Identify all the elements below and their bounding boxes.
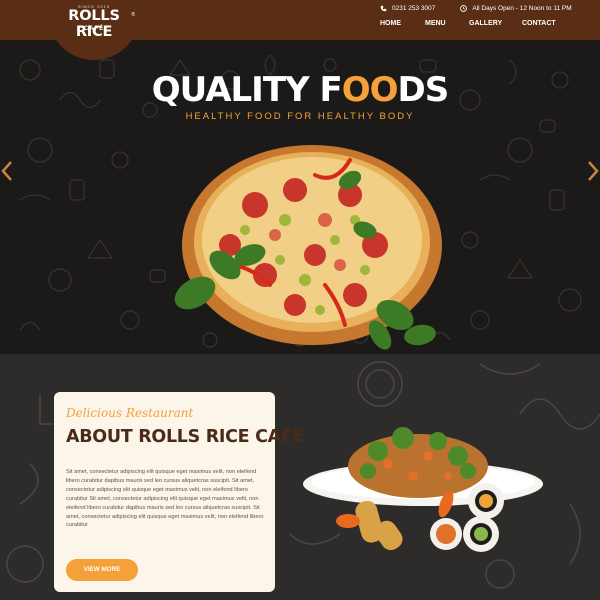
arrow-right-icon[interactable]	[586, 160, 600, 182]
logo-name: ROLLS RICE	[68, 8, 120, 40]
hero-title: QUALITY FOODS	[0, 70, 600, 110]
nav-contact[interactable]: CONTACT	[522, 20, 562, 27]
hero-title-highlight: OO	[341, 70, 399, 110]
arrow-left-icon[interactable]	[0, 160, 14, 182]
nav-home[interactable]: HOME	[380, 20, 425, 27]
clock-icon	[460, 4, 468, 12]
logo-sub: CAFÉ	[83, 26, 105, 32]
food-platter-image	[303, 427, 543, 552]
hero-title-part2: DS	[397, 70, 450, 110]
about-card: Delicious Restaurant ABOUT ROLLS RICE CA…	[54, 392, 305, 592]
about-script-title: Delicious Restaurant	[66, 406, 194, 420]
about-body: Sit amet, consectetur adipiscing elit qu…	[66, 469, 264, 529]
phone-number: 0231 253 3007	[392, 4, 436, 12]
pizza-image	[174, 145, 442, 350]
main-nav: HOME MENU GALLERY CONTACT	[380, 20, 562, 27]
about-section: Delicious Restaurant ABOUT ROLLS RICE CA…	[0, 354, 600, 600]
hours-info: All Days Open - 12 Noon to 11 PM	[460, 4, 572, 12]
hero-title-part1: QUALITY F	[151, 70, 343, 110]
hero-slider: QUALITY FOODS HEALTHY FOOD FOR HEALTHY B…	[0, 40, 600, 354]
view-more-button[interactable]: VIEW MORE	[66, 559, 138, 581]
nav-menu[interactable]: MENU	[425, 20, 469, 27]
hero-subtitle: HEALTHY FOOD FOR HEALTHY BODY	[185, 111, 415, 122]
opening-hours: All Days Open - 12 Noon to 11 PM	[472, 4, 572, 12]
nav-gallery[interactable]: GALLERY	[469, 20, 522, 27]
phone-icon	[380, 5, 387, 11]
contact-bar: 0231 253 3007 All Days Open - 12 Noon to…	[380, 3, 597, 13]
about-heading: ABOUT ROLLS RICE CAFE	[66, 427, 305, 447]
phone-info[interactable]: 0231 253 3007	[380, 5, 435, 12]
logo-registered-mark: ®	[131, 12, 135, 18]
